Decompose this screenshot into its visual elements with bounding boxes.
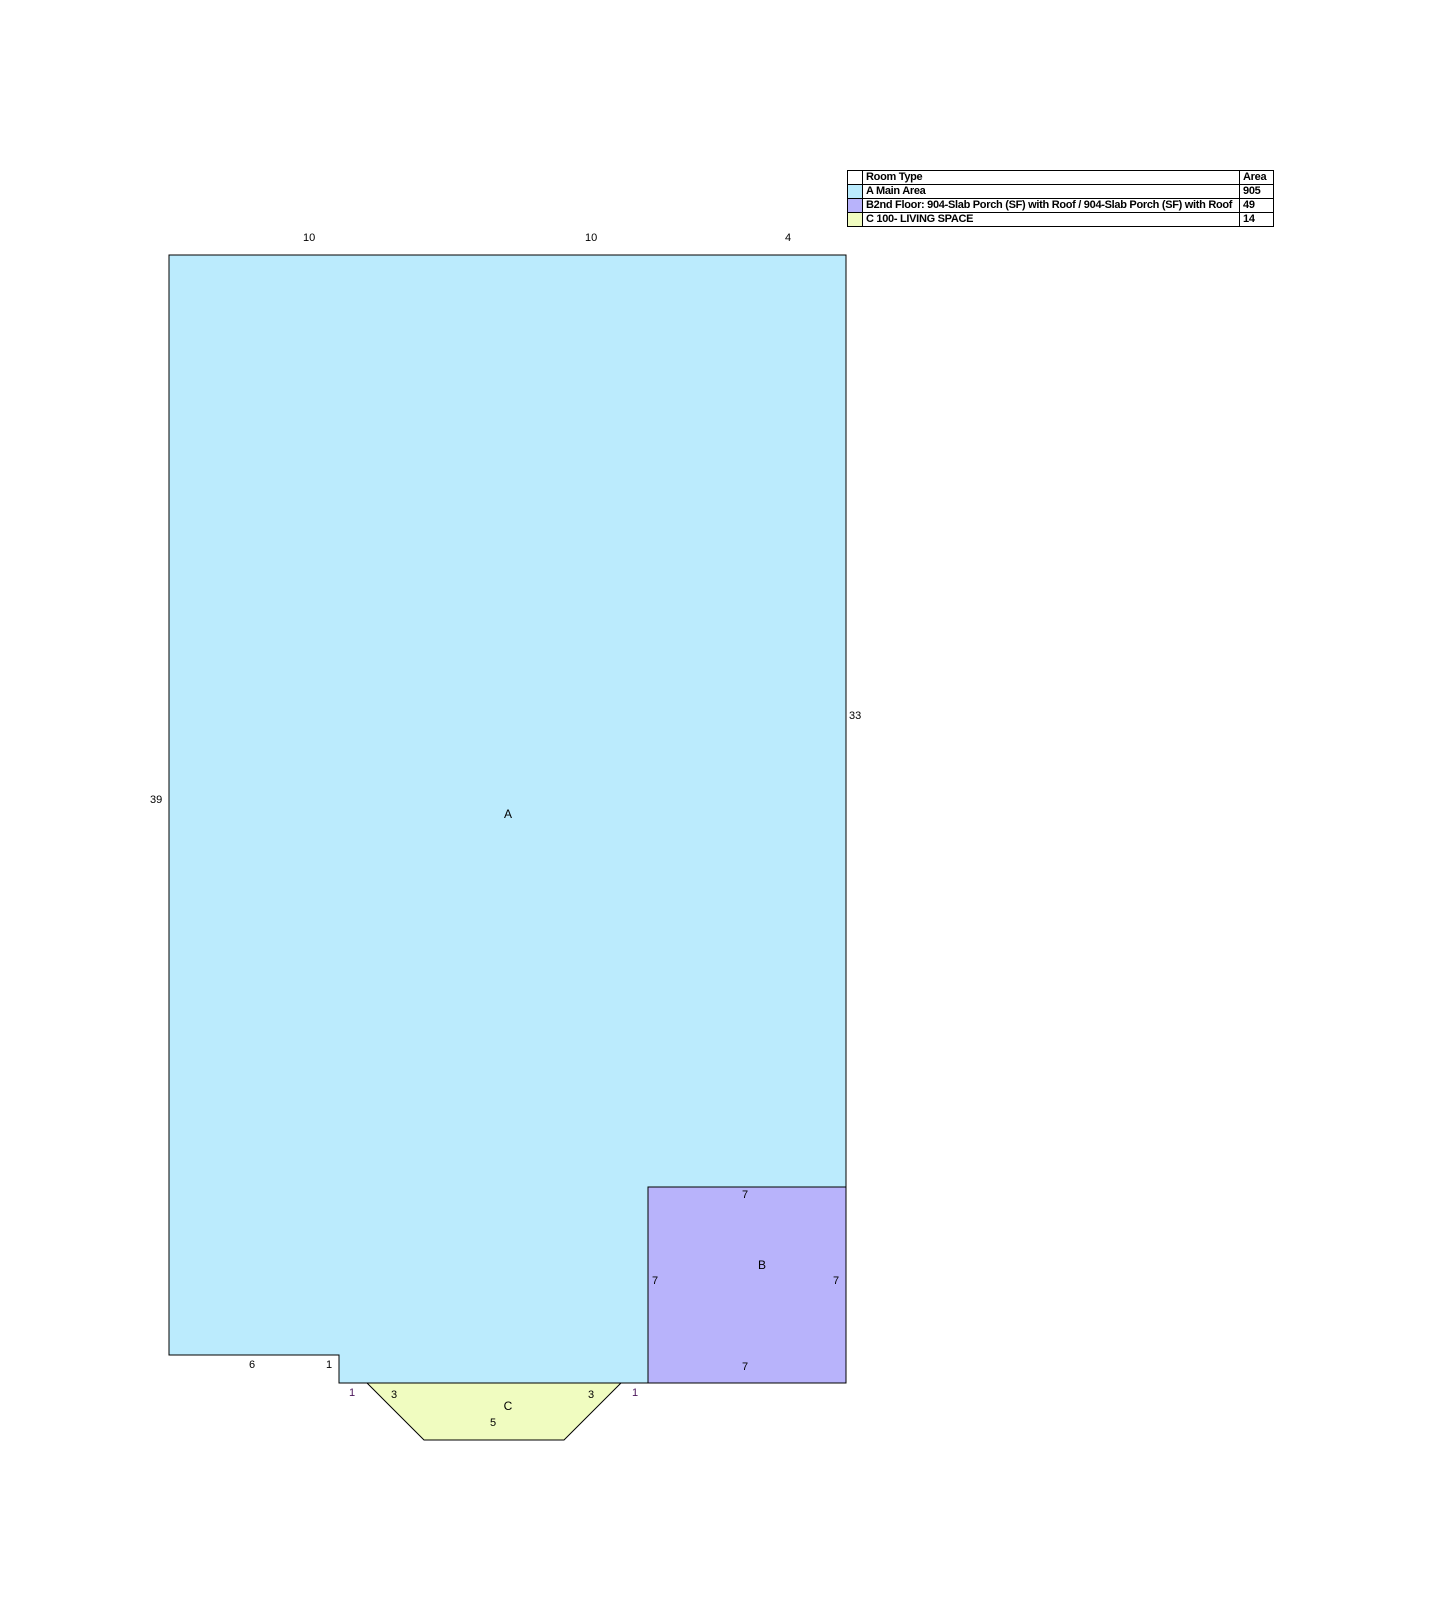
dim-bottom-left: 6 xyxy=(249,1359,255,1371)
room-b-porch xyxy=(647,1186,847,1384)
legend-row: C 100- LIVING SPACE 14 xyxy=(847,212,1274,227)
room-b-label: B xyxy=(758,1258,766,1272)
legend-room-area: 49 xyxy=(1239,198,1274,213)
dim-top-left: 10 xyxy=(303,232,315,244)
room-c-living-space xyxy=(365,1382,623,1441)
legend-swatch xyxy=(847,198,863,213)
legend-room-name: C 100- LIVING SPACE xyxy=(862,212,1240,227)
legend-room-name: A Main Area xyxy=(862,184,1240,199)
room-c-label: C xyxy=(504,1399,513,1413)
dim-c-left-slope: 3 xyxy=(391,1389,397,1401)
dim-c-bottom: 5 xyxy=(490,1417,496,1429)
dim-c-right-offset: 1 xyxy=(632,1387,638,1399)
dim-b-bottom: 7 xyxy=(742,1361,748,1373)
dim-left-side: 39 xyxy=(150,794,162,806)
legend-row: A Main Area 905 xyxy=(847,184,1274,199)
floor-plan-sketch: A B C 10 10 4 33 39 6 1 7 7 7 7 1 3 5 3 … xyxy=(150,232,861,1441)
dim-b-top: 7 xyxy=(742,1189,748,1201)
legend-header-room-type: Room Type xyxy=(862,170,1240,185)
legend-room-area: 14 xyxy=(1239,212,1274,227)
dim-step-left: 1 xyxy=(326,1359,332,1371)
legend-room-name: B2nd Floor: 904-Slab Porch (SF) with Roo… xyxy=(862,198,1240,213)
legend-swatch-header xyxy=(847,170,863,185)
legend-row: B2nd Floor: 904-Slab Porch (SF) with Roo… xyxy=(847,198,1274,213)
room-legend-table: Room Type Area A Main Area 905 B2nd Floo… xyxy=(847,170,1274,227)
dim-top-right: 4 xyxy=(785,232,791,244)
legend-swatch xyxy=(847,212,863,227)
dim-c-left-offset: 1 xyxy=(349,1387,355,1399)
dim-c-right-slope: 3 xyxy=(588,1389,594,1401)
dim-b-left: 7 xyxy=(652,1275,658,1287)
legend-swatch xyxy=(847,184,863,199)
dim-b-right: 7 xyxy=(833,1275,839,1287)
legend-header-area: Area xyxy=(1239,170,1274,185)
legend-room-area: 905 xyxy=(1239,184,1274,199)
room-a-label: A xyxy=(504,807,512,821)
dim-right-side: 33 xyxy=(849,710,861,722)
dim-top-mid: 10 xyxy=(585,232,597,244)
legend-header-row: Room Type Area xyxy=(847,170,1274,185)
